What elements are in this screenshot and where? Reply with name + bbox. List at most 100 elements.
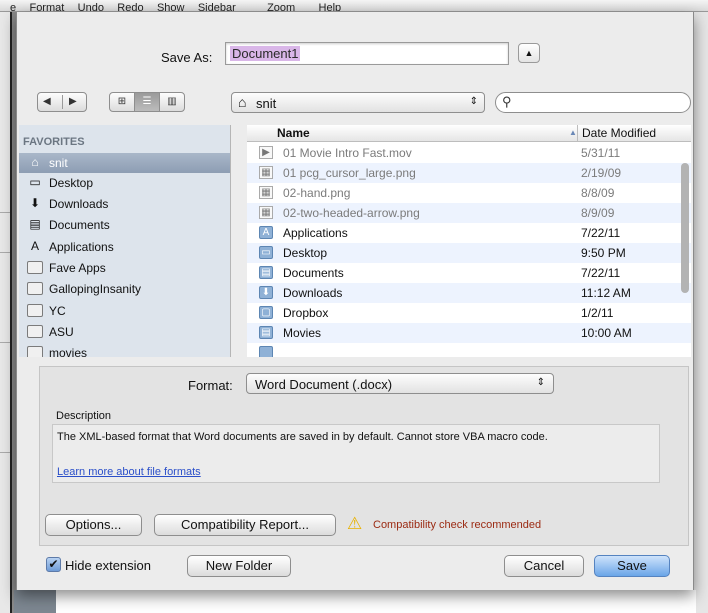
folder-date: 1/2/11 [581, 306, 614, 320]
file-row[interactable]: ▦ 02-two-headed-arrow.png 8/9/09 [247, 203, 691, 223]
location-label: snit [256, 96, 277, 111]
checkmark-icon: ✔ [48, 557, 59, 571]
folder-row[interactable]: ▤ Movies 10:00 AM [247, 323, 691, 343]
sidebar-item-desktop[interactable]: ▭ Desktop [19, 173, 230, 193]
sidebar-item-label: ASU [49, 325, 74, 339]
folder-icon [27, 261, 43, 274]
triangle-up-icon: ▲ [524, 48, 534, 58]
image-file-icon: ▦ [259, 206, 273, 219]
learn-more-link[interactable]: Learn more about file formats [57, 466, 201, 478]
column-view-button[interactable]: ▥ [159, 92, 185, 112]
options-button[interactable]: Options... [45, 514, 142, 536]
folder-icon [27, 282, 43, 295]
folder-date: 7/22/11 [581, 266, 621, 280]
sidebar-item-label: Applications [49, 240, 114, 254]
file-name: 01 pcg_cursor_large.png [283, 166, 416, 180]
sidebar-item-snit[interactable]: ⌂ snit [19, 153, 230, 173]
sidebar-item-label: GallopingInsanity [49, 282, 142, 296]
sidebar-item-fave-apps[interactable]: Fave Apps [19, 258, 230, 278]
format-selected-value: Word Document (.docx) [255, 377, 393, 392]
save-button[interactable]: Save [594, 555, 670, 577]
compatibility-report-button[interactable]: Compatibility Report... [154, 514, 336, 536]
sidebar-item-label: Fave Apps [49, 261, 106, 275]
format-popup-button[interactable]: Word Document (.docx) ⇕ [246, 373, 554, 394]
folder-name: Applications [283, 226, 348, 240]
search-input[interactable]: ⚲ [495, 92, 691, 113]
menu-item-redo[interactable]: Redo [117, 3, 143, 12]
warning-icon: ⚠ [347, 514, 363, 533]
column-header-name[interactable]: Name [277, 126, 577, 140]
sidebar-item-label: Downloads [49, 197, 109, 211]
sidebar-item-documents[interactable]: ▤ Documents [19, 215, 230, 235]
file-name: 01 Movie Intro Fast.mov [283, 146, 412, 160]
documents-folder-icon: ▤ [259, 266, 273, 279]
icon-view-button[interactable]: ⊞ [109, 92, 135, 112]
sidebar-item-label: Desktop [49, 176, 94, 190]
sidebar-item-gallopinginsanity[interactable]: GallopingInsanity [19, 279, 230, 299]
file-list-scrollbar[interactable] [681, 163, 689, 293]
list-icon: ☰ [142, 96, 152, 107]
columns-icon: ▥ [167, 96, 177, 107]
list-view-button[interactable]: ☰ [134, 92, 160, 112]
updown-arrows-icon: ⇕ [469, 96, 478, 107]
folder-icon [27, 346, 43, 357]
sidebar-item-yc[interactable]: YC [19, 301, 230, 321]
sidebar-item-label: YC [49, 304, 66, 318]
sidebar-item-asu[interactable]: ASU [19, 322, 230, 342]
file-row[interactable]: ▶ 01 Movie Intro Fast.mov 5/31/11 [247, 143, 691, 163]
downloads-folder-icon: ⬇ [259, 286, 273, 299]
new-folder-button[interactable]: New Folder [187, 555, 291, 577]
format-label: Format: [188, 378, 233, 393]
sidebar-item-movies[interactable]: movies [19, 343, 230, 357]
home-icon: ⌂ [238, 94, 247, 110]
documents-icon: ▤ [29, 217, 41, 231]
cancel-button[interactable]: Cancel [504, 555, 584, 577]
folder-row[interactable]: ▢ Dropbox 1/2/11 [247, 303, 691, 323]
sidebar-item-applications[interactable]: A Applications [19, 237, 230, 257]
hide-extension-checkbox[interactable]: ✔ [46, 557, 61, 572]
menu-item[interactable]: e [10, 3, 16, 12]
folder-row[interactable]: ▤ Documents 7/22/11 [247, 263, 691, 283]
column-header-date-modified[interactable]: Date Modified [577, 125, 677, 142]
file-date: 8/9/09 [581, 206, 615, 220]
description-label: Description [56, 410, 112, 422]
movies-folder-icon: ▤ [259, 326, 273, 339]
sidebar-item-label: Documents [49, 218, 110, 232]
folder-name: Dropbox [283, 306, 329, 320]
back-forward-buttons: ◀ ▶ [37, 92, 87, 112]
collapse-dialog-button[interactable]: ▲ [518, 43, 540, 63]
search-icon: ⚲ [502, 94, 512, 109]
file-row[interactable]: ▦ 01 pcg_cursor_large.png 2/19/09 [247, 163, 691, 183]
hide-extension-label[interactable]: Hide extension [65, 558, 151, 573]
sidebar-item-downloads[interactable]: ⬇ Downloads [19, 194, 230, 214]
folder-row[interactable]: ▭ Desktop 9:50 PM [247, 243, 691, 263]
back-arrow-icon[interactable]: ◀ [43, 93, 51, 111]
folder-row[interactable]: ⬇ Downloads 11:12 AM [247, 283, 691, 303]
folder-icon [27, 325, 43, 338]
file-row[interactable]: ▦ 02-hand.png 8/8/09 [247, 183, 691, 203]
image-file-icon: ▦ [259, 166, 273, 179]
menu-item-zoom[interactable]: Zoom [267, 3, 295, 12]
folder-name: Downloads [283, 286, 343, 300]
background-document-ruler [0, 12, 12, 613]
save-as-filename-field[interactable]: Document1 [225, 42, 509, 65]
menu-item-help[interactable]: Help [319, 3, 342, 12]
folder-row[interactable] [247, 343, 691, 357]
description-box: The XML-based format that Word documents… [52, 424, 660, 483]
location-popup-button[interactable]: ⌂ snit ⇕ [231, 92, 485, 113]
applications-icon: A [30, 239, 39, 253]
folder-row[interactable]: A Applications 7/22/11 [247, 223, 691, 243]
sort-ascending-icon: ▲ [569, 128, 577, 137]
menu-item-undo[interactable]: Undo [78, 3, 104, 12]
menu-item-sidebar[interactable]: Sidebar [198, 3, 236, 12]
forward-arrow-icon[interactable]: ▶ [69, 93, 77, 111]
menu-item-show[interactable]: Show [157, 3, 185, 12]
background-document-page [56, 590, 696, 613]
home-icon: ⌂ [31, 155, 39, 169]
file-date: 8/8/09 [581, 186, 615, 200]
desktop-folder-icon: ▭ [259, 246, 273, 259]
menu-item-format[interactable]: Format [29, 3, 64, 12]
folder-icon [259, 346, 273, 357]
file-date: 5/31/11 [581, 146, 621, 160]
grid-icon: ⊞ [117, 96, 127, 107]
